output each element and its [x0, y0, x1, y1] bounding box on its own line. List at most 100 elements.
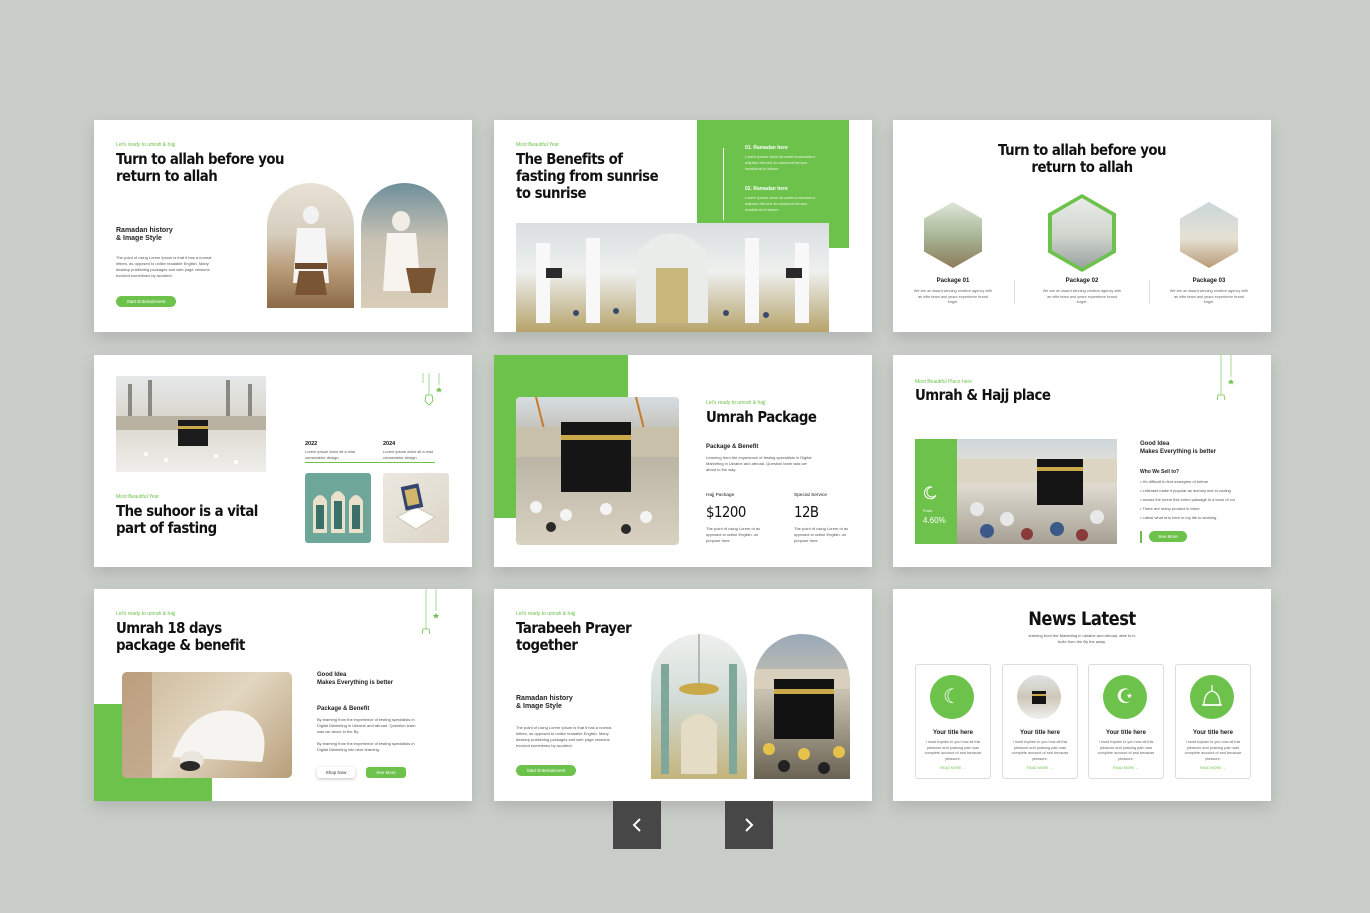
- news-card-text: I must explain to you how all this pleas…: [1184, 740, 1242, 761]
- kaaba-pilgrims-image: [957, 439, 1117, 544]
- hanging-lantern-icon: [1216, 355, 1234, 400]
- crescent-mosque-icon: [923, 486, 937, 500]
- news-card-title: Your title here: [1020, 730, 1060, 736]
- man-reading-quran-image: [267, 183, 354, 308]
- news-card-title: Your title here: [1193, 730, 1233, 736]
- mosque-interior-image: [516, 223, 829, 332]
- special-service-text: The point of using Lorem ot as opposed t…: [794, 526, 849, 543]
- news-latest-title: News Latest: [1028, 608, 1136, 630]
- green-windows-image: [305, 473, 371, 543]
- news-card-text: I must explain to you how all this pleas…: [1011, 740, 1069, 761]
- slide-6-subtitle: Good Idea Makes Everything is better: [1140, 441, 1217, 455]
- mosque-dome-icon: [1190, 675, 1234, 719]
- slide-7-body-2: By learning from the experience of testi…: [317, 741, 415, 752]
- slide-2-divider: [723, 148, 724, 220]
- news-card[interactable]: ☪ Your title here I must explain to you …: [1088, 664, 1164, 779]
- year-2024: 2024: [383, 441, 396, 447]
- read-more-link[interactable]: READ MORE →: [1003, 766, 1077, 770]
- slide-8[interactable]: Let's ready to umrah & hajj Tarabeeh Pra…: [494, 589, 872, 801]
- woman-reading-quran-image: [361, 183, 448, 308]
- hanging-lantern-icon: [421, 589, 439, 634]
- package-02-label: Package 02: [1065, 278, 1099, 284]
- hajj-package-label: Hajj Package: [706, 493, 735, 498]
- hajj-package-price: $1200: [706, 503, 746, 521]
- slide-2-kicker: Most Beautiful Year: [516, 142, 560, 148]
- slide-7[interactable]: Let's ready to umrah & hajj Umrah 18 day…: [94, 589, 472, 801]
- chevron-right-icon: [745, 818, 754, 832]
- slide-8-kicker: Let's ready to umrah & hajj: [516, 611, 576, 617]
- slide-1-body: The point of using Lorem Ipsum is that i…: [116, 255, 212, 278]
- slide-4[interactable]: 2022 Lorem ipsum dolor sit a mist consec…: [94, 355, 472, 567]
- slide-5[interactable]: Let's ready to umrah & hajj Umrah Packag…: [494, 355, 872, 567]
- news-card-text: I must explain to you how all this pleas…: [924, 740, 982, 761]
- package-03-label: Package 03: [1192, 278, 1226, 284]
- slide-6[interactable]: Most Beautiful Place here Umrah & Hajj p…: [893, 355, 1271, 567]
- praying-hands-icon: ☪: [1103, 675, 1147, 719]
- package-01-image: [920, 198, 986, 272]
- package-03-text: We are an award winning creative agency …: [1169, 289, 1249, 304]
- slide-6-bullet: • Lettraset make it popular as dummy tex…: [1140, 488, 1231, 493]
- slide-6-kicker: Most Beautiful Place here: [915, 379, 972, 385]
- year-2022-text: Lorem ipsum dolor sit a mist consectetur…: [305, 449, 356, 460]
- news-latest-subtitle: learning from the Marketing in ukraine a…: [1028, 633, 1136, 644]
- kaaba-photo-thumbnail: [1017, 675, 1061, 719]
- slide-6-bullet: • There are many product in there: [1140, 506, 1200, 511]
- slide-8-body: The point of using Lorem Ipsum is that i…: [516, 725, 612, 748]
- slide-2[interactable]: Most Beautiful Year The Benefits of fasti…: [494, 120, 872, 332]
- slide-7-kicker: Let's ready to umrah & hajj: [116, 611, 176, 617]
- slide-6-stat-label: From: [923, 508, 933, 513]
- slide-3-divider: [1014, 280, 1015, 304]
- timeline-line: [305, 462, 435, 463]
- shop-now-button[interactable]: Shop Now: [317, 767, 355, 778]
- slide-5-body: Learning from the experience of testing …: [706, 455, 812, 472]
- hajj-package-text: The point of using Lorem ot as opposed t…: [706, 526, 761, 543]
- news-card[interactable]: ☾ Your title here I must explain to you …: [915, 664, 991, 779]
- year-2024-text: Lorem ipsum dolor sit a mist consectetur…: [383, 449, 434, 460]
- slide-7-body-1: By learning from the experience of testi…: [317, 717, 416, 734]
- slide-6-stat-value: 4.60%: [923, 516, 946, 525]
- news-card[interactable]: Your title here I must explain to you ho…: [1002, 664, 1078, 779]
- slide-7-see-more-button[interactable]: See More: [366, 767, 406, 778]
- package-03-image: [1176, 198, 1242, 272]
- slide-2-item1-title: 01. Ramadan here: [745, 145, 788, 151]
- slide-8-title: Tarabeeh Prayer together: [516, 619, 632, 654]
- slide-5-title: Umrah Package: [706, 408, 817, 426]
- open-quran-image: [383, 473, 449, 543]
- slide-2-item2-text: Lorem ipsum dolor sit amet consectetur a…: [745, 195, 816, 212]
- slide-2-item1-text: Lorem ipsum dolor sit amet consectetur a…: [745, 154, 816, 171]
- read-more-link[interactable]: READ MORE →: [1176, 766, 1250, 770]
- news-card[interactable]: Your title here I must explain to you ho…: [1175, 664, 1251, 779]
- slide-3[interactable]: Turn to allah before you return to allah …: [893, 120, 1271, 332]
- slide-2-title: The Benefits of fasting from sunrise to su…: [516, 150, 659, 202]
- slide-1-kicker: Let's ready to umrah & hajj: [116, 142, 176, 148]
- kaaba-aerial-image: [116, 376, 266, 472]
- package-01-text: We are an award winning creative agency …: [913, 289, 993, 304]
- slide-6-bullet: • Latest what erto here in my life to wo…: [1140, 515, 1217, 520]
- package-02-text: We are an award winning creative agency …: [1042, 289, 1122, 304]
- slide-8-subtitle: Ramadan history & Image Style: [516, 695, 573, 710]
- previous-slide-button[interactable]: [613, 801, 661, 849]
- slide-4-title: The suhoor is a vital part of fasting: [116, 502, 258, 537]
- read-more-link[interactable]: READ MORE →: [1089, 766, 1163, 770]
- slide-6-see-more-button[interactable]: See More: [1149, 531, 1187, 542]
- news-card-title: Your title here: [933, 730, 973, 736]
- slide-3-divider: [1149, 280, 1150, 304]
- slide-7-package-benefit: Package & Benefit: [317, 706, 370, 712]
- kaaba-crowd-image: [516, 397, 679, 545]
- special-service-value: 12B: [794, 503, 819, 521]
- man-praying-image: [122, 672, 292, 778]
- read-more-link[interactable]: READ MORE →: [916, 766, 990, 770]
- start-entertainment-button[interactable]: Start Entertainment: [116, 296, 176, 307]
- next-slide-button[interactable]: [725, 801, 773, 849]
- slide-5-kicker: Let's ready to umrah & hajj: [706, 400, 766, 406]
- mosque-chandelier-image: [651, 634, 747, 779]
- slide-7-title: Umrah 18 days package & benefit: [116, 619, 245, 654]
- hanging-lantern-icon: [422, 373, 442, 406]
- slide-9[interactable]: News Latest learning from the Marketing …: [893, 589, 1271, 801]
- slide-1[interactable]: Let's ready to umrah & hajj Turn to alla…: [94, 120, 472, 332]
- package-01-label: Package 01: [936, 278, 970, 284]
- slide-8-start-entertainment-button[interactable]: Start Entertainment: [516, 765, 576, 776]
- chevron-left-icon: [632, 818, 641, 832]
- slide-2-item2-title: 02. Ramadan here: [745, 186, 788, 192]
- slide-1-title: Turn to allah before you return to allah: [116, 150, 285, 185]
